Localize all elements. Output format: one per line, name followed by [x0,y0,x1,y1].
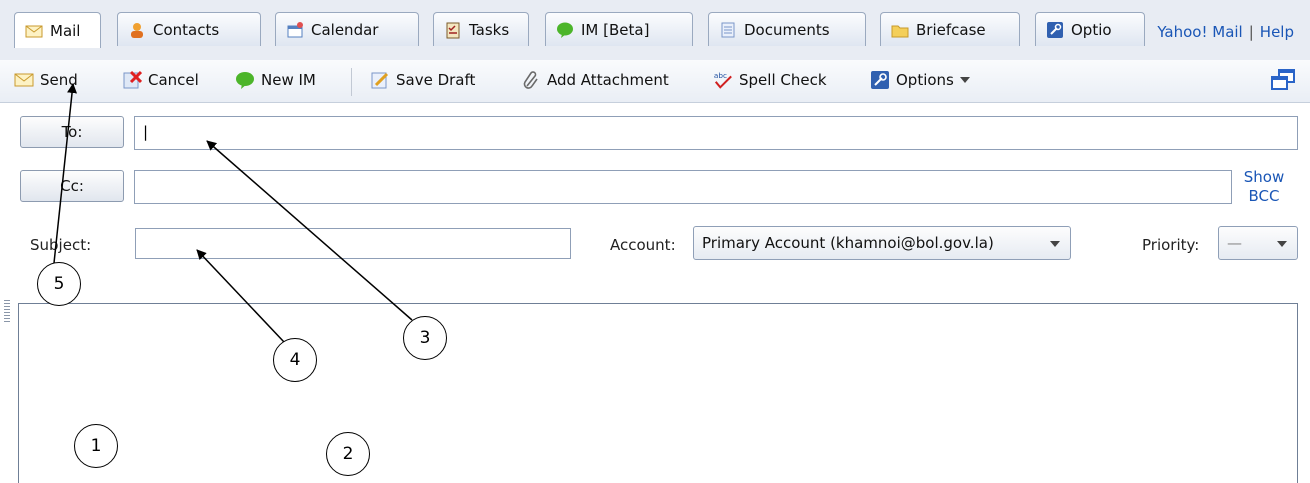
account-select[interactable]: Primary Account (khamnoi@bol.gov.la) [693,226,1071,260]
chevron-down-icon [959,77,970,83]
calendar-icon [287,21,303,37]
annotation-marker-1: 1 [74,424,118,468]
spell-check-icon: abc [714,71,732,89]
tab-label: Calendar [311,20,379,39]
compose-toolbar: Send Cancel New IM Save Draft Add Attach… [0,60,1310,103]
link-separator: | [1248,23,1254,41]
chevron-down-icon [1277,241,1287,247]
priority-select[interactable]: — [1218,226,1298,260]
to-address-button[interactable]: To: [20,116,124,148]
documents-icon [721,22,735,37]
save-draft-label: Save Draft [396,71,476,89]
yahoo-mail-link[interactable]: Yahoo! Mail [1157,23,1242,41]
chat-bubble-icon [236,72,254,89]
add-attachment-label: Add Attachment [547,71,669,89]
app-tab-bar: Mail Contacts Calendar Tasks IM [Beta] D… [0,0,1310,61]
tab-label: Tasks [469,20,510,39]
envelope-icon [14,73,34,87]
chat-bubble-icon [557,22,573,38]
save-draft-button[interactable]: Save Draft [370,70,475,90]
tab-label: Briefcase [916,20,986,39]
spell-check-label: Spell Check [739,71,827,89]
annotation-marker-4: 4 [273,338,317,382]
tab-tasks[interactable]: Tasks [433,12,529,46]
tab-options[interactable]: Optio [1035,12,1145,46]
save-draft-icon [371,72,389,89]
cc-field[interactable] [134,170,1232,204]
tasks-icon [446,22,460,38]
to-field-value: | [143,123,149,141]
account-select-value: Primary Account (khamnoi@bol.gov.la) [702,234,994,252]
new-im-label: New IM [261,71,316,89]
priority-label: Priority: [1142,236,1200,254]
compose-window: Mail Contacts Calendar Tasks IM [Beta] D… [0,0,1310,483]
to-field[interactable]: | [134,116,1298,150]
envelope-icon [25,25,43,37]
tab-im-beta[interactable]: IM [Beta] [545,12,693,46]
tab-briefcase[interactable]: Briefcase [880,12,1020,46]
options-icon [1047,21,1063,38]
tab-label: Optio [1071,20,1112,39]
subject-field[interactable] [135,228,571,259]
to-label: To: [61,123,83,141]
toolbar-divider [351,68,352,96]
svg-text:abc: abc [714,71,727,80]
options-label: Options [896,71,954,89]
detach-window-icon[interactable] [1270,68,1296,92]
resize-grip[interactable] [4,300,10,322]
show-bcc-line-1: Show [1243,168,1285,186]
paperclip-icon [523,71,538,89]
chevron-down-icon [1050,241,1060,247]
message-body-editor[interactable] [18,303,1298,483]
tab-documents[interactable]: Documents [708,12,866,46]
top-links: Yahoo! Mail | Help [1153,23,1294,41]
options-icon [871,71,889,89]
send-label: Send [40,71,78,89]
subject-label: Subject: [30,236,92,254]
cancel-button[interactable]: Cancel [122,70,199,90]
show-bcc-line-2: BCC [1248,187,1280,205]
account-label: Account: [610,236,676,254]
cc-address-button[interactable]: Cc: [20,170,124,202]
tab-calendar[interactable]: Calendar [275,12,419,46]
send-button[interactable]: Send [14,70,78,90]
help-link[interactable]: Help [1260,23,1294,41]
priority-select-value: — [1227,234,1242,252]
annotation-marker-2: 2 [326,432,370,476]
new-im-button[interactable]: New IM [235,70,316,90]
folder-icon [891,25,909,37]
cancel-label: Cancel [148,71,199,89]
cancel-icon [123,70,142,89]
tab-label: IM [Beta] [581,20,650,39]
tab-label: Documents [744,20,830,39]
show-bcc-link[interactable]: Show BCC [1236,168,1292,206]
tab-contacts[interactable]: Contacts [117,12,261,46]
tab-label: Contacts [153,20,220,39]
options-menu-button[interactable]: Options [870,70,970,90]
tab-label: Mail [50,21,81,40]
cc-label: Cc: [60,177,84,195]
spell-check-button[interactable]: abc Spell Check [713,70,827,90]
annotation-marker-3: 3 [403,316,447,360]
contacts-icon [131,22,143,38]
tab-mail[interactable]: Mail [14,12,101,48]
annotation-marker-5: 5 [37,262,81,306]
add-attachment-button[interactable]: Add Attachment [521,70,669,90]
